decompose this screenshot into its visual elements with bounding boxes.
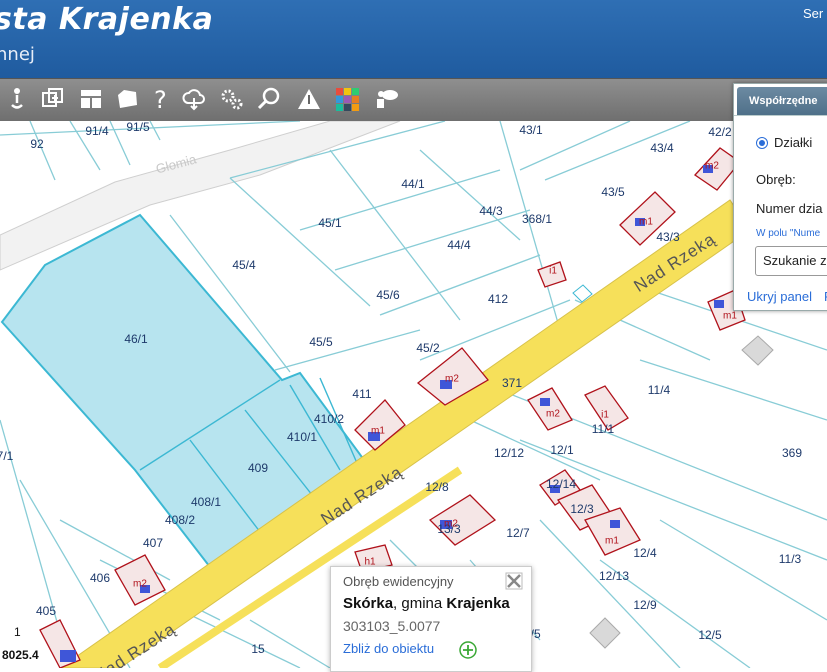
- panel-hint: W polu "Nume: [756, 228, 821, 239]
- parcel-label: 43/4: [650, 141, 674, 155]
- parcel-label: 412: [487, 292, 509, 306]
- parcel-label: 46/1: [124, 332, 148, 346]
- parcel-label: 11/1: [591, 422, 615, 436]
- parcel-label: 12/14: [545, 477, 577, 491]
- help-icon[interactable]: ?: [145, 83, 177, 115]
- parcel-label: 410/2: [313, 412, 345, 426]
- search-panel: Współrzędne Działki Obręb: Numer dzia W …: [733, 83, 827, 311]
- parcel-label: 43/3: [656, 230, 680, 244]
- parcel-label: 407: [142, 536, 164, 550]
- parcel-label: 12/7: [506, 526, 530, 540]
- zoom-search-icon[interactable]: [253, 83, 285, 115]
- building-label: m2: [705, 160, 719, 172]
- building-label: m2: [445, 373, 459, 385]
- parcel-label: 44/1: [401, 177, 425, 191]
- parcel-label: 408/1: [190, 495, 222, 509]
- popup-location: Skórka, gmina Krajenka: [343, 595, 510, 612]
- obreb-label: Obręb:: [756, 172, 796, 187]
- parcel-label: 45/2: [416, 341, 440, 355]
- building-label: i1: [601, 409, 609, 421]
- settings-gears-icon[interactable]: [216, 83, 248, 115]
- popup-separator: , gmina: [393, 595, 447, 612]
- svg-text:?: ?: [154, 86, 167, 112]
- parcel-label: 91/4: [85, 124, 109, 138]
- app-subtitle: nnej: [0, 44, 35, 65]
- parcel-label: 45/4: [232, 258, 256, 272]
- radio-label: Działki: [774, 135, 813, 150]
- parcel-label: 44/3: [479, 204, 503, 218]
- person-pin-icon[interactable]: [0, 83, 32, 115]
- building-label: m2: [546, 408, 560, 420]
- popup-identifier: 303103_5.0077: [343, 618, 441, 634]
- parcel-label: 409: [247, 461, 269, 475]
- building-label: m2: [444, 518, 458, 530]
- parcel-label: 45/5: [309, 335, 333, 349]
- coordinate-readout: 8025.4: [0, 648, 41, 662]
- scale-indicator: 1: [14, 625, 21, 639]
- info-popup: Obręb ewidencyjny Skórka, gmina Krajenka…: [330, 566, 532, 672]
- grey-square-2: [589, 617, 621, 649]
- building-label: m1: [371, 425, 385, 437]
- parcel-label: 371: [501, 376, 523, 390]
- warning-road-icon[interactable]: [293, 83, 325, 115]
- parcel-label: 91/5: [126, 121, 150, 134]
- search-mode-select[interactable]: Szukanie z: [755, 246, 827, 276]
- building-label: m1: [639, 216, 653, 228]
- popup-obreb-name: Skórka: [343, 595, 394, 612]
- layout-icon[interactable]: [75, 83, 107, 115]
- parcel-label: 92: [30, 137, 44, 151]
- parcel-label: 43/5: [601, 185, 625, 199]
- radio-dzialki[interactable]: [756, 137, 768, 149]
- parcel-label: 12/3: [570, 502, 594, 516]
- parcel-label: 369: [781, 446, 803, 460]
- app-title: sta Krajenka: [0, 2, 214, 37]
- popup-gmina-name: Krajenka: [446, 595, 510, 612]
- cloud-download-icon[interactable]: [178, 83, 210, 115]
- parcel-label: 405: [35, 604, 57, 618]
- parcel-label: 45/6: [376, 288, 400, 302]
- building-label: m1: [723, 310, 737, 322]
- toolbar: ?: [0, 78, 827, 122]
- parcel-label: 406: [89, 571, 111, 585]
- grey-square-1: [741, 335, 774, 366]
- color-grid-icon[interactable]: [331, 83, 363, 115]
- parcel-label: 12/5: [698, 628, 722, 642]
- parcel-label: 411: [352, 387, 372, 401]
- parcel-label: 12/1: [550, 443, 574, 457]
- numer-label: Numer dzia: [756, 201, 823, 216]
- parcel-label: 12/13: [598, 569, 630, 583]
- zoom-to-object-link[interactable]: Zbliż do obiektu: [343, 641, 434, 656]
- river-area: [0, 121, 401, 271]
- building-label: i1: [549, 265, 557, 277]
- popup-title: Obręb ewidencyjny: [343, 574, 454, 589]
- comment-icon[interactable]: [370, 83, 402, 115]
- parcel-label: 368/1: [521, 212, 553, 226]
- building-label: m2: [133, 578, 147, 590]
- tab-coordinates[interactable]: Współrzędne: [737, 87, 827, 115]
- parcel-label: 410/1: [286, 430, 318, 444]
- parcel-label: 12/8: [425, 480, 449, 494]
- parcel-label: 11/3: [778, 552, 802, 566]
- parcel-label: 45/1: [318, 216, 342, 230]
- parcel-label: 42/2: [708, 125, 732, 139]
- plus-circle-icon[interactable]: [459, 641, 477, 659]
- parcel-label: 11/4: [647, 383, 671, 397]
- parcel-label: 15: [251, 642, 265, 656]
- parcel-label: 12/4: [633, 546, 657, 560]
- parcel-label: 12/9: [633, 598, 657, 612]
- hide-panel-link[interactable]: Ukryj panel: [747, 289, 812, 304]
- parcel-label: 7/1: [0, 449, 14, 463]
- layers-copy-icon[interactable]: [37, 83, 69, 115]
- close-icon[interactable]: [505, 572, 523, 590]
- map-shape-icon[interactable]: [111, 83, 143, 115]
- parcel-label: 408/2: [164, 513, 196, 527]
- header-service-link[interactable]: Ser: [803, 6, 823, 21]
- parcel-label: 43/1: [519, 123, 543, 137]
- app-header: sta Krajenka nnej Ser: [0, 0, 827, 78]
- parcel-label: 12/12: [493, 446, 525, 460]
- parcel-label: 44/4: [447, 238, 471, 252]
- panel-body: Działki Obręb: Numer dzia W polu "Nume U…: [734, 115, 827, 311]
- building-label: m1: [605, 535, 619, 547]
